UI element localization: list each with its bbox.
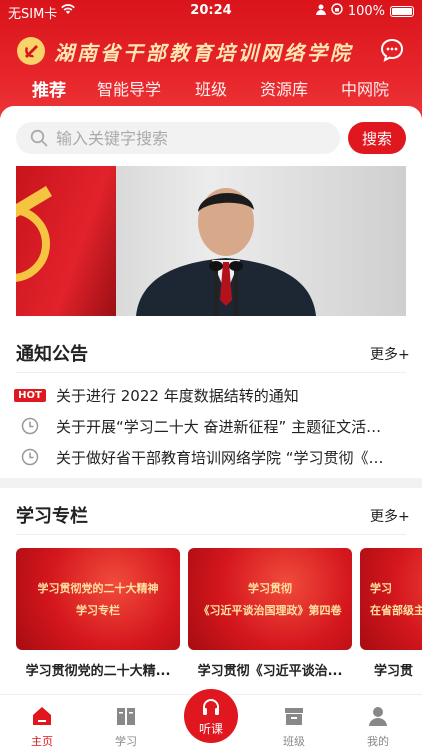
search-input[interactable] (56, 128, 316, 148)
search-bar[interactable] (16, 122, 340, 154)
main-card: 搜索 通知公告 更多+ HOT 关于进行 2022 年度数据结转的通知 (0, 106, 422, 478)
tab-class[interactable]: 班级 (195, 76, 227, 100)
study-card-image-text: 学习 (370, 582, 392, 595)
study-card-image-text: 《习近平谈治国理政》第四卷 (198, 604, 342, 617)
battery-percent: 100% (347, 3, 385, 19)
nav-listen-button[interactable]: 听课 (184, 689, 238, 743)
message-button[interactable] (380, 38, 404, 62)
tab-smart-guide[interactable]: 智能导学 (97, 76, 161, 100)
study-card-image: 学习 在省部级主要 (360, 548, 422, 650)
divider (16, 372, 406, 373)
notice-text: 关于进行 2022 年度数据结转的通知 (56, 386, 299, 405)
study-card[interactable]: 学习贯彻党的二十大精神 学习专栏 学习贯彻党的二十大精... (16, 548, 180, 679)
study-card-image-text: 学习专栏 (76, 604, 120, 617)
brand: 湖南省干部教育培训网络学院 (16, 36, 353, 66)
divider (16, 534, 406, 535)
nav-home-label: 主页 (31, 735, 53, 748)
study-section-title: 学习专栏 (16, 506, 88, 527)
chat-bubble-icon (380, 38, 404, 62)
notice-text: 关于开展“学习二十大 奋进新征程” 主题征文活动的通知 (56, 417, 396, 436)
clock-icon (16, 448, 44, 466)
nav-class[interactable]: 班级 (264, 705, 324, 749)
notice-item[interactable]: 关于做好省干部教育培训网络学院 “学习贯彻《习近平谈治国理政》第四卷” (16, 446, 406, 468)
status-bar: 无SIM卡 20:24 100% (0, 0, 422, 22)
tab-resources[interactable]: 资源库 (260, 76, 308, 100)
tab-celap[interactable]: 中网院 (341, 76, 389, 100)
nav-class-label: 班级 (283, 735, 305, 748)
nav-study[interactable]: 学习 (96, 705, 156, 749)
study-section: 学习专栏 更多+ 学习贯彻党的二十大精神 学习专栏 学习贯彻党的二十大精... … (0, 488, 422, 694)
hot-badge-label: HOT (14, 388, 46, 402)
bottom-nav: 主页 学习 听课 班级 我的 (0, 689, 422, 750)
hot-badge: HOT (14, 386, 46, 404)
study-card-image: 学习贯彻党的二十大精神 学习专栏 (16, 548, 180, 650)
section-gap (0, 478, 422, 488)
study-more-link[interactable]: 更多+ (370, 506, 410, 526)
notice-more-link[interactable]: 更多+ (370, 344, 410, 364)
top-tabs: 推荐 智能导学 班级 资源库 中网院 (0, 76, 422, 109)
notice-section-title: 通知公告 (16, 344, 88, 365)
study-card-caption: 学习贯 (374, 664, 414, 679)
tab-recommend[interactable]: 推荐 (32, 76, 66, 109)
app-title: 湖南省干部教育培训网络学院 (54, 40, 353, 65)
user-icon (369, 707, 387, 726)
battery-icon (390, 5, 414, 17)
nav-mine[interactable]: 我的 (348, 705, 408, 749)
clock-icon (16, 417, 44, 435)
notice-text: 关于做好省干部教育培训网络学院 “学习贯彻《习近平谈治国理政》第四卷” (56, 448, 396, 467)
headphones-icon (203, 699, 219, 715)
search-button[interactable]: 搜索 (348, 122, 406, 154)
study-card-image: 学习贯彻 《习近平谈治国理政》第四卷 (188, 548, 352, 650)
study-card-caption: 学习贯彻《习近平谈治... (197, 664, 343, 679)
nav-mine-label: 我的 (367, 735, 389, 748)
party-emblem-icon (17, 37, 45, 65)
flag-image (16, 166, 116, 316)
study-card-image-text: 学习贯彻党的二十大精神 (37, 582, 159, 595)
nav-study-label: 学习 (115, 735, 137, 748)
nav-home[interactable]: 主页 (12, 705, 72, 749)
banner-carousel[interactable] (16, 166, 406, 316)
person-icon (315, 4, 326, 19)
study-card[interactable]: 学习贯彻 《习近平谈治国理政》第四卷 学习贯彻《习近平谈治... (188, 548, 352, 679)
status-right: 100% (315, 3, 414, 19)
study-card-image-text: 在省部级主要 (370, 604, 422, 617)
home-icon (33, 707, 51, 725)
nav-listen-label: 听课 (198, 722, 223, 736)
notice-item[interactable]: HOT 关于进行 2022 年度数据结转的通知 (14, 384, 406, 406)
study-card-caption: 学习贯彻党的二十大精... (25, 664, 171, 679)
book-icon (117, 708, 135, 725)
class-box-icon (285, 708, 303, 725)
lock-rotation-icon (331, 3, 343, 19)
notice-item[interactable]: 关于开展“学习二十大 奋进新征程” 主题征文活动的通知 (16, 415, 406, 437)
study-card[interactable]: 学习 在省部级主要 学习贯 (360, 548, 422, 679)
speaker-photo (136, 188, 316, 316)
search-icon (30, 129, 48, 147)
study-card-image-text: 学习贯彻 (248, 582, 292, 595)
tab-label: 推荐 (32, 81, 66, 101)
